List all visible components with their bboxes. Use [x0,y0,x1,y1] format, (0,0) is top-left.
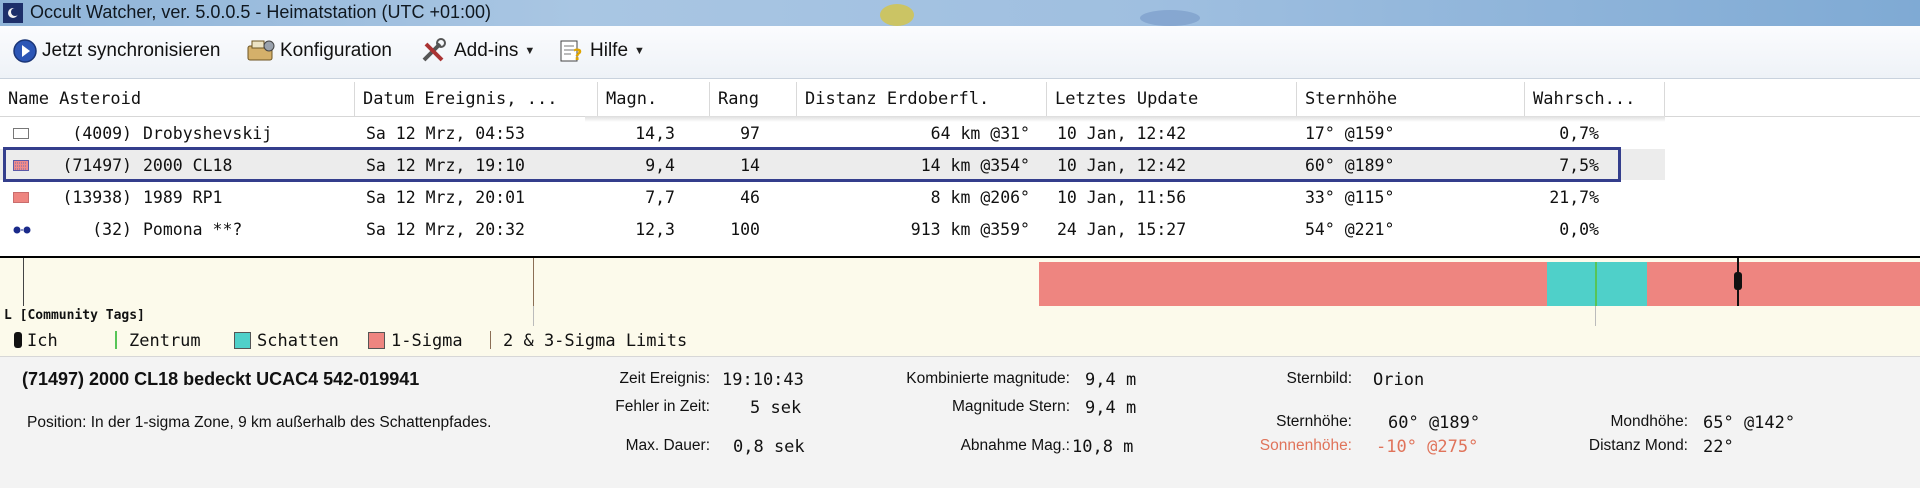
sync-button[interactable]: Jetzt synchronisieren [12,36,220,66]
table-row[interactable]: (13938) 1989 RP1 Sa 12 Mrz, 20:01 7,7 46… [0,182,1920,214]
star-magnitude-label: Magnitude Stern: [951,398,1070,415]
timeline-tick [533,306,534,326]
time-error-value: 5 sek [750,398,802,418]
add-ins-label: Add-ins [454,40,519,61]
community-tags-row: L [Community Tags] [0,306,1920,326]
event-title: (71497) 2000 CL18 bedeckt UCAC4 542-0199… [22,369,420,389]
timeline-legend: Ich Zentrum Schatten 1-Sigma 2 & 3-Sigma… [0,326,1920,356]
community-tags-label: L [Community Tags] [4,308,145,323]
time-error-label: Fehler in Zeit: [615,398,710,415]
configuration-icon [247,40,275,61]
selection-outline [3,147,1621,182]
column-header-star-altitude[interactable]: Sternhöhe [1297,82,1525,116]
event-timeline[interactable] [0,256,1920,312]
column-header-probability[interactable]: Wahrsch... [1525,82,1665,116]
constellation-value: Orion [1373,370,1425,390]
column-header-magnitude[interactable]: Magn. [598,82,710,116]
observer-diamond-icon [14,332,22,348]
timeline-tick [23,258,24,306]
column-header-date[interactable]: Datum Ereignis, ... [355,82,598,116]
combined-magnitude-value: 9,4 m [1085,370,1137,390]
column-header-distance[interactable]: Distanz Erdoberfl. [797,82,1047,116]
star-altitude-label: Sternhöhe: [1276,413,1352,430]
help-menu[interactable]: ? Hilfe ▼ [558,36,645,66]
table-header: Name Asteroid Datum Ereignis, ... Magn. … [0,82,1920,117]
app-icon [3,3,23,23]
event-marker-icon [13,128,29,139]
help-label: Hilfe [590,40,629,61]
moon-altitude-label: Mondhöhe: [1610,413,1688,430]
legend-shadow: Schatten [234,330,339,352]
help-icon: ? [560,40,582,64]
event-details-panel: (71497) 2000 CL18 bedeckt UCAC4 542-0199… [0,356,1920,488]
position-text: Position: In der 1-sigma Zone, 9 km auße… [27,414,492,431]
chevron-down-icon: ▼ [634,45,645,57]
one-sigma-band [1647,262,1920,306]
moon-distance-value: 22° [1703,437,1734,457]
event-time-value: 19:10:43 [722,370,804,390]
toolbar: Jetzt synchronisieren Konfiguration Add-… [0,26,1920,79]
one-sigma-band [1039,262,1547,306]
moon-altitude-value: 65° @142° [1703,413,1796,433]
center-line [1595,262,1597,312]
max-duration-label: Max. Dauer: [625,437,710,454]
configuration-label: Konfiguration [280,40,392,61]
column-header-last-update[interactable]: Letztes Update [1047,82,1297,116]
legend-limits: 2 & 3-Sigma Limits [490,330,687,352]
legend-me: Ich [14,330,58,352]
limits-line-swatch [490,331,491,349]
legend-center: Zentrum [115,330,201,352]
magnitude-drop-value: 10,8 m [1072,437,1134,457]
max-duration-value: 0,8 sek [733,437,805,457]
sync-label: Jetzt synchronisieren [42,40,221,61]
table-row[interactable]: (4009) Drobyshevskij Sa 12 Mrz, 04:53 14… [0,118,1920,150]
observer-diamond-icon [1734,272,1742,290]
legend-one-sigma: 1-Sigma [368,330,463,352]
sync-icon [13,39,37,63]
chevron-down-icon: ▼ [524,45,536,57]
title-bar: Occult Watcher, ver. 5.0.0.5 - Heimatsta… [0,0,1920,26]
star-magnitude-value: 9,4 m [1085,398,1137,418]
tools-icon [422,38,446,62]
shadow-band [1547,262,1647,306]
column-header-rank[interactable]: Rang [710,82,797,116]
timeline-tick [1595,306,1596,326]
center-line-swatch [115,331,117,349]
window-title: Occult Watcher, ver. 5.0.0.5 - Heimatsta… [30,2,492,22]
combined-magnitude-label: Kombinierte magnitude: [906,370,1070,387]
constellation-label: Sternbild: [1286,370,1352,387]
double-asteroid-icon [13,226,31,234]
background-decoration [880,4,914,26]
event-time-label: Zeit Ereignis: [619,370,710,387]
svg-text:?: ? [573,45,582,64]
magnitude-drop-label: Abnahme Mag.: [960,437,1070,454]
shadow-swatch [234,332,251,349]
one-sigma-swatch [368,332,385,349]
timeline-tick [533,258,534,306]
event-marker-icon [13,192,29,203]
star-altitude-value: 60° @189° [1388,413,1481,433]
configuration-button[interactable]: Konfiguration [246,36,392,66]
table-row[interactable]: (32) Pomona **? Sa 12 Mrz, 20:32 12,3 10… [0,214,1920,246]
column-header-name[interactable]: Name Asteroid [0,82,355,116]
background-decoration [1140,10,1200,26]
add-ins-menu[interactable]: Add-ins ▼ [420,36,535,66]
sun-altitude-label: Sonnenhöhe: [1259,437,1352,454]
sun-altitude-value: -10° @275° [1376,437,1479,457]
moon-distance-label: Distanz Mond: [1588,437,1688,454]
